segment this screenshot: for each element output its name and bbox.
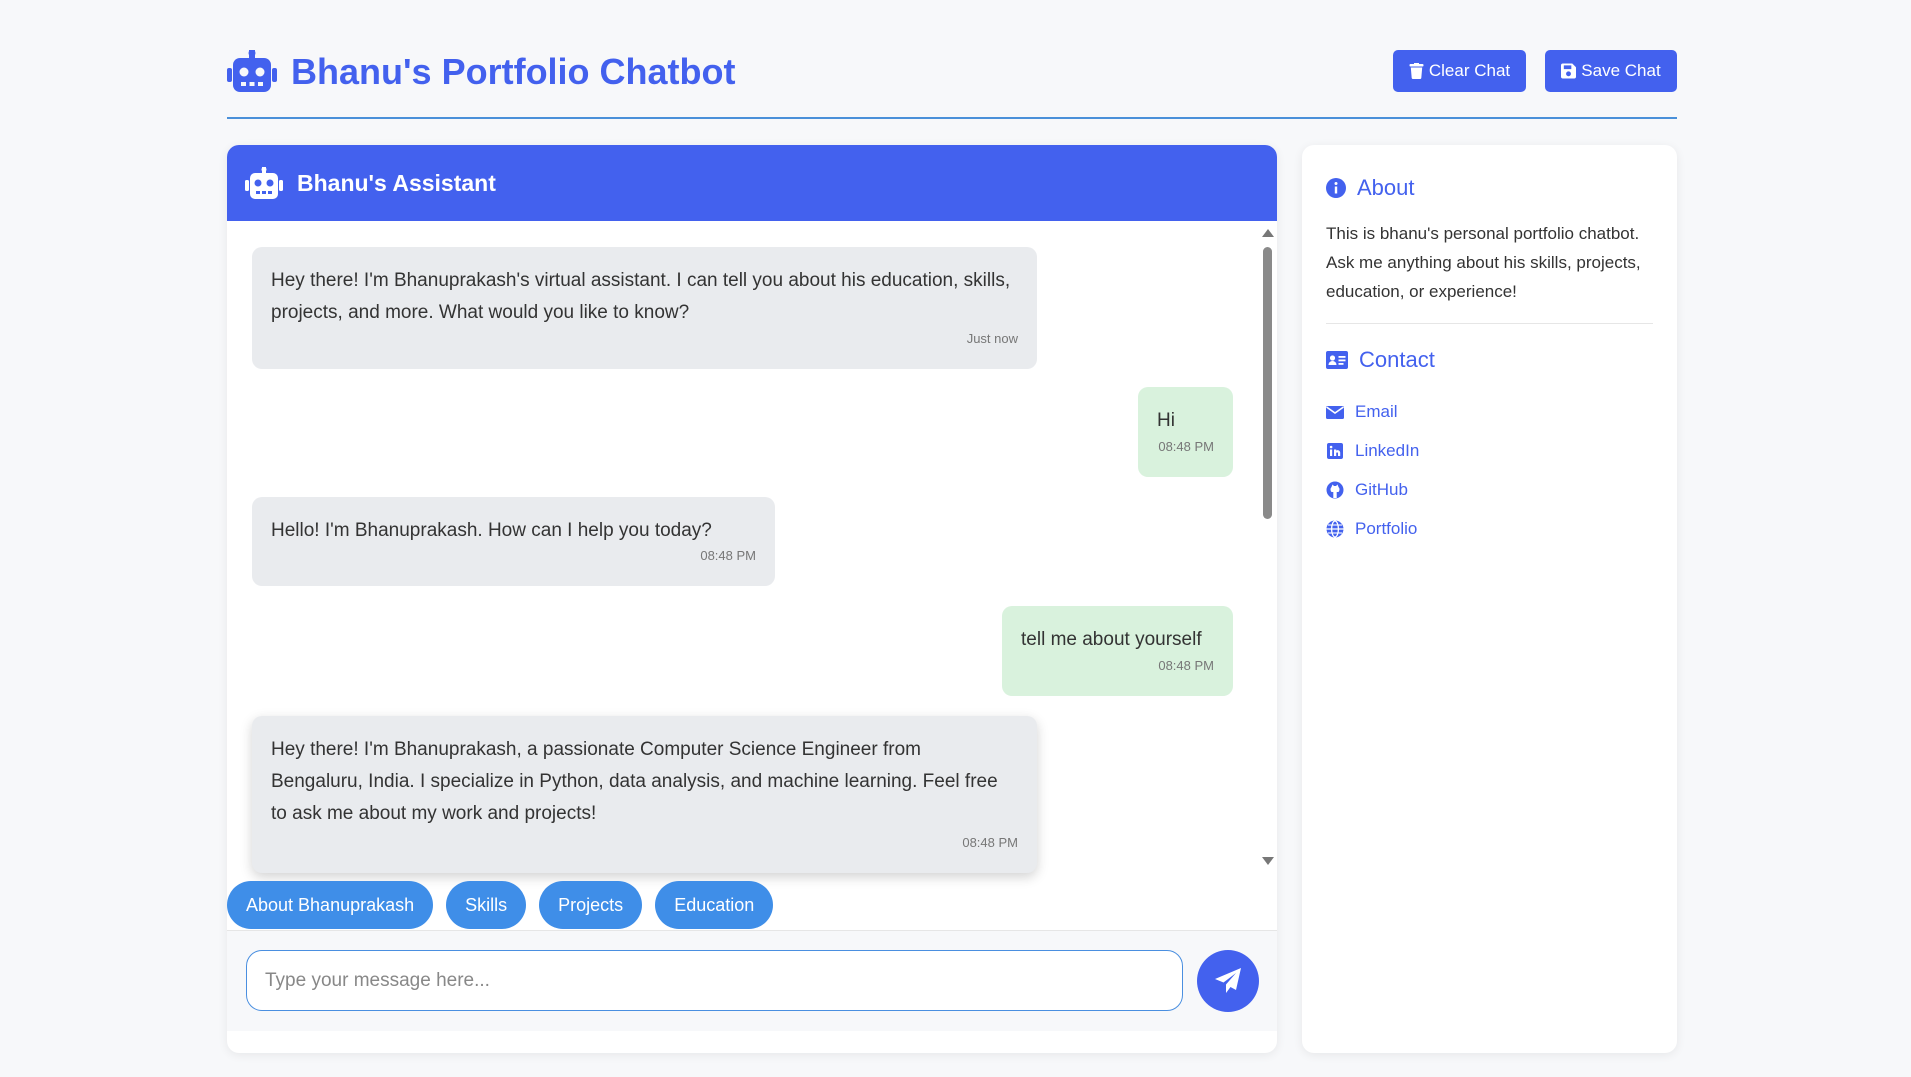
contact-label: GitHub — [1355, 479, 1408, 499]
page-title: Bhanu's Portfolio Chatbot — [291, 51, 736, 92]
contact-link-portfolio[interactable]: Portfolio — [1326, 509, 1419, 548]
contact-link-linkedin[interactable]: LinkedIn — [1326, 431, 1419, 470]
message-time: 08:48 PM — [700, 548, 756, 563]
message-time: Just now — [966, 331, 1018, 346]
linkedin-icon — [1327, 442, 1343, 459]
contact-heading: Contact — [1326, 347, 1435, 373]
quick-reply-education[interactable]: Education — [655, 881, 774, 929]
about-heading: About — [1326, 175, 1415, 201]
scroll-down-arrow[interactable] — [1262, 857, 1274, 865]
message-time: 08:48 PM — [962, 835, 1018, 850]
paper-plane-icon — [1215, 968, 1241, 993]
contact-link-email[interactable]: Email — [1326, 392, 1419, 431]
bot-message: Hey there! I'm Bhanuprakash's virtual as… — [252, 247, 1037, 369]
info-circle-icon — [1326, 178, 1346, 198]
scroll-thumb[interactable] — [1263, 247, 1272, 519]
chat-header: Bhanu's Assistant — [227, 145, 1277, 221]
bot-message: Hey there! I'm Bhanuprakash, a passionat… — [252, 716, 1037, 873]
trash-icon — [1409, 63, 1424, 79]
message-list[interactable]: Hey there! I'm Bhanuprakash's virtual as… — [227, 221, 1277, 873]
about-title: About — [1357, 175, 1415, 200]
github-icon — [1326, 481, 1344, 498]
robot-icon — [227, 50, 277, 92]
input-bar — [227, 930, 1277, 1031]
about-text: This is bhanu's personal portfolio chatb… — [1326, 224, 1641, 301]
message-input[interactable] — [246, 950, 1183, 1011]
quick-reply-projects[interactable]: Projects — [539, 881, 643, 929]
address-card-icon — [1326, 351, 1348, 369]
divider — [1326, 323, 1653, 324]
quick-reply-about[interactable]: About Bhanuprakash — [227, 881, 434, 929]
user-message: Hi 08:48 PM — [1138, 387, 1233, 477]
clear-chat-button[interactable]: Clear Chat — [1393, 50, 1526, 92]
title-group: Bhanu's Portfolio Chatbot — [227, 50, 736, 94]
envelope-icon — [1326, 405, 1344, 419]
save-icon — [1561, 63, 1577, 79]
assistant-name: Bhanu's Assistant — [297, 169, 496, 196]
message-text: Hey there! I'm Bhanuprakash's virtual as… — [271, 270, 1011, 323]
save-chat-button[interactable]: Save Chat — [1545, 50, 1677, 92]
robot-icon — [245, 167, 283, 199]
contact-label: Portfolio — [1355, 518, 1418, 538]
contact-label: LinkedIn — [1355, 440, 1420, 460]
chat-panel: Bhanu's Assistant Hey there! I'm Bhanupr… — [227, 145, 1277, 1053]
message-time: 08:48 PM — [1158, 439, 1214, 454]
send-button[interactable] — [1197, 950, 1259, 1012]
message-time: 08:48 PM — [1158, 658, 1214, 673]
scrollbar[interactable] — [1261, 227, 1275, 867]
contact-title: Contact — [1359, 347, 1435, 372]
bot-message: Hello! I'm Bhanuprakash. How can I help … — [252, 497, 775, 586]
message-text: Hello! I'm Bhanuprakash. How can I help … — [271, 520, 712, 541]
save-chat-label: Save Chat — [1581, 61, 1661, 80]
quick-replies: About Bhanuprakash Skills Projects Educa… — [227, 881, 774, 929]
scroll-up-arrow[interactable] — [1262, 229, 1274, 237]
clear-chat-label: Clear Chat — [1428, 61, 1511, 80]
contact-link-github[interactable]: GitHub — [1326, 470, 1419, 509]
message-text: Hey there! I'm Bhanuprakash, a passionat… — [271, 739, 998, 824]
contact-label: Email — [1355, 401, 1398, 421]
page-header: Bhanu's Portfolio Chatbot Clear Chat Sav… — [227, 44, 1677, 119]
globe-icon — [1326, 519, 1344, 538]
user-message: tell me about yourself 08:48 PM — [1002, 606, 1233, 696]
contact-list: Email LinkedIn GitHub Portfolio — [1326, 392, 1419, 548]
quick-reply-skills[interactable]: Skills — [446, 881, 527, 929]
info-sidebar: About This is bhanu's personal portfolio… — [1302, 145, 1677, 1053]
